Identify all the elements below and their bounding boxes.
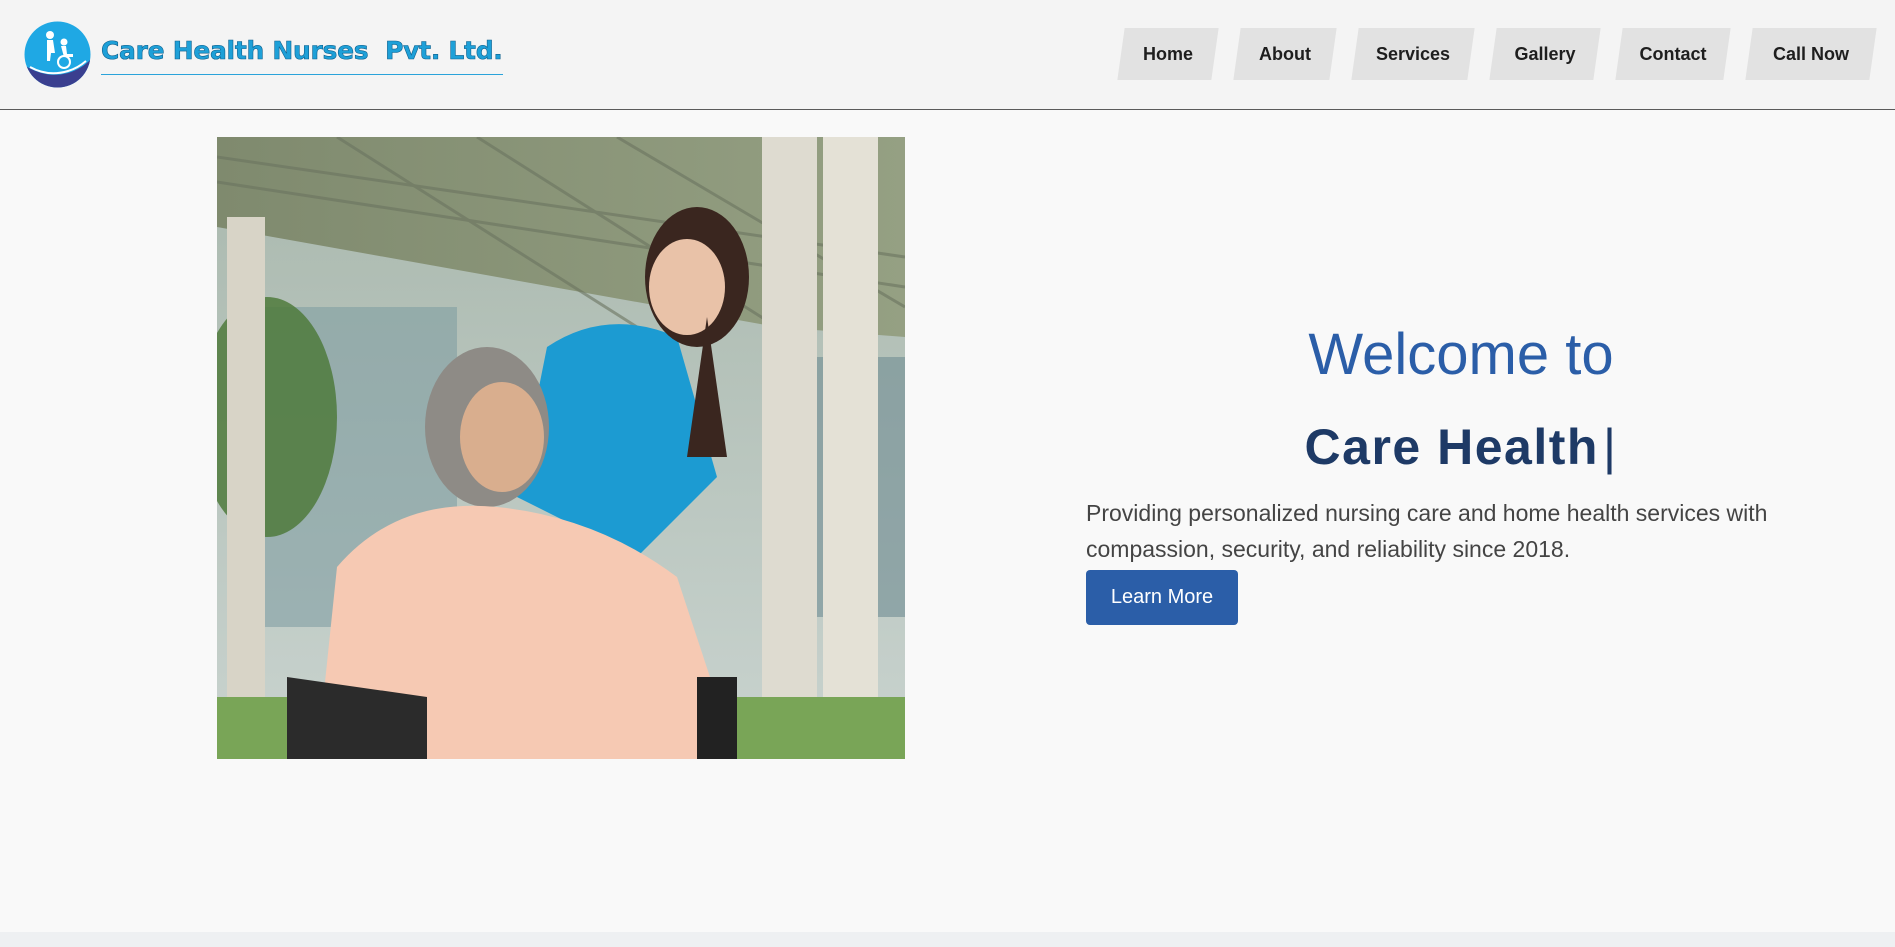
nav-home-label: Home (1142, 43, 1193, 64)
nav-about-label: About (1259, 43, 1311, 64)
call-now-label: Call Now (1772, 43, 1849, 64)
nav-about[interactable]: About (1237, 28, 1333, 80)
brand[interactable]: Care Health Nurses Pvt. Ltd. (24, 21, 503, 88)
brand-heading: Care Health| (1086, 417, 1836, 477)
main-nav: Home About Services Gallery Contact Call… (1121, 28, 1873, 80)
hero-description: Providing personalized nursing care and … (1086, 500, 1768, 562)
nav-gallery[interactable]: Gallery (1493, 28, 1597, 80)
nav-services[interactable]: Services (1355, 28, 1471, 80)
welcome-heading: Welcome to (1308, 321, 1614, 387)
nav-contact[interactable]: Contact (1619, 28, 1727, 80)
wheelchair-caregiver-icon (24, 21, 91, 88)
nav-contact-label: Contact (1639, 43, 1707, 64)
nav-services-label: Services (1375, 43, 1451, 64)
call-now-button[interactable]: Call Now (1749, 28, 1873, 80)
typing-cursor: | (1602, 418, 1618, 475)
nav-home[interactable]: Home (1121, 28, 1215, 80)
site-header: Care Health Nurses Pvt. Ltd. Home About … (0, 0, 1895, 110)
learn-more-button[interactable]: Learn More (1086, 570, 1238, 625)
footer-strip (0, 932, 1895, 947)
brand-name[interactable]: Care Health Nurses Pvt. Ltd. (101, 37, 503, 76)
nurse-and-patient-photo (217, 137, 905, 759)
nav-gallery-label: Gallery (1514, 43, 1576, 64)
brand-heading-text: Care Health (1304, 418, 1599, 475)
